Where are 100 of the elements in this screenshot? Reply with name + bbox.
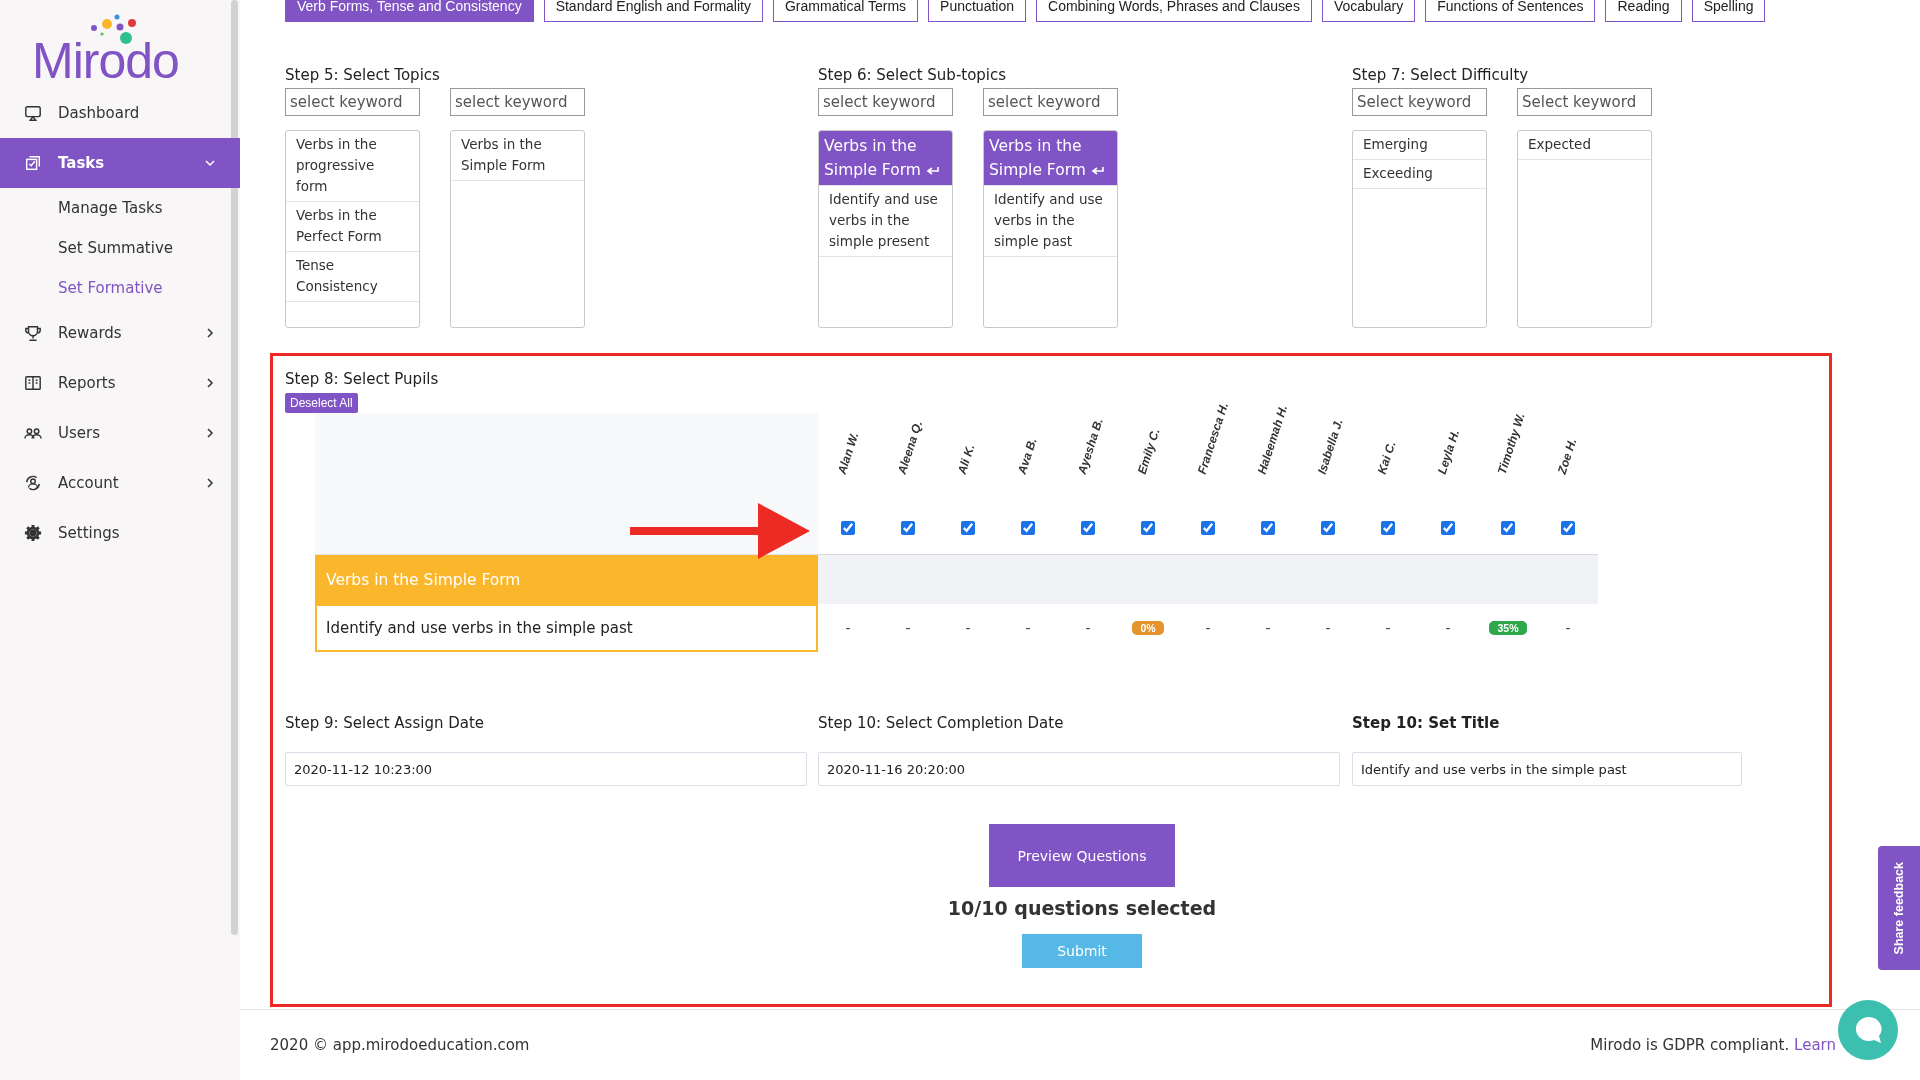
submenu-item[interactable]: Set Summative (0, 228, 240, 268)
preview-button[interactable]: Preview Questions (989, 824, 1175, 887)
score-cell: - (1265, 620, 1271, 636)
pupil-name: Zoe H. (1554, 436, 1580, 476)
score-cell: - (1025, 620, 1031, 636)
checkbox[interactable] (1141, 521, 1155, 535)
score-cell: - (845, 620, 851, 636)
deselect-button[interactable]: Deselect All (285, 393, 358, 413)
list-item[interactable]: Verbs in the Perfect Form (286, 202, 419, 252)
field-label: Step 10: Set Title (1352, 714, 1501, 732)
return-arrow-icon (925, 165, 940, 176)
list-item[interactable]: Verbs in the progressive form (286, 131, 419, 202)
step-title: Step 7: Select Difficulty (1352, 66, 1530, 84)
tab[interactable]: Combining Words, Phrases and Clauses (1036, 0, 1312, 22)
menu-item[interactable]: Settings (0, 508, 240, 558)
step-title: Step 5: Select Topics (285, 66, 441, 84)
checkbox[interactable] (1261, 521, 1275, 535)
menu-item[interactable]: Reports (0, 358, 240, 408)
return-arrow-icon (1090, 165, 1105, 176)
scrollbar[interactable] (231, 0, 238, 935)
pupil-name: Leyla H. (1434, 427, 1463, 476)
score-cell: - (1325, 620, 1331, 636)
menu-item[interactable]: Dashboard (0, 88, 240, 138)
menu-item[interactable]: Tasks (0, 138, 240, 188)
tab[interactable]: Verb Forms, Tense and Consistency (285, 0, 534, 22)
score-badge: 35% (1489, 621, 1527, 635)
menu-item[interactable]: Rewards (0, 308, 240, 358)
input-field[interactable]: Identify and use verbs in the simple past (1352, 752, 1742, 786)
list-item[interactable]: Emerging (1353, 131, 1486, 160)
keyword-field[interactable]: select keyword (818, 88, 953, 116)
subtopic-cell: Identify and use verbs in the simple past (315, 604, 818, 652)
submenu-item[interactable]: Set Formative (0, 268, 240, 308)
score-cell: - (1445, 620, 1451, 636)
checkbox[interactable] (1081, 521, 1095, 535)
list-item[interactable]: Exceeding (1353, 160, 1486, 189)
list-item[interactable]: Verbs in the Simple Form (819, 131, 952, 186)
list-item[interactable]: Verbs in the Simple Form (451, 131, 584, 181)
keyword-field[interactable]: select keyword (285, 88, 420, 116)
keyword-field[interactable]: select keyword (983, 88, 1118, 116)
tab[interactable]: Spelling (1691, 0, 1766, 22)
keyword-field[interactable]: select keyword (450, 88, 585, 116)
feedback-tab[interactable]: Share feedback (1878, 846, 1920, 970)
score-cell: - (1385, 620, 1391, 636)
input-field[interactable]: 2020-11-16 20:20:00 (818, 752, 1340, 786)
copyright-text: 2020 © app.mirodoeducation.com (270, 1036, 530, 1054)
trophy-icon (24, 324, 42, 342)
score-cell: - (1565, 620, 1571, 636)
arrow-icon (630, 503, 810, 559)
field-label: Step 9: Select Assign Date (285, 714, 486, 732)
step-title: Step 6: Select Sub-topics (818, 66, 1008, 84)
checkbox[interactable] (841, 521, 855, 535)
monitor-icon (24, 104, 42, 122)
learn-link[interactable]: Learn (1794, 1036, 1836, 1054)
columns-icon (24, 374, 42, 392)
list-item[interactable]: Identify and use verbs in the simple present (819, 186, 952, 257)
checkbox[interactable] (1381, 521, 1395, 535)
checkbox[interactable] (1441, 521, 1455, 535)
checkbox[interactable] (1321, 521, 1335, 535)
score-cell: - (1205, 620, 1211, 636)
score-cell: - (905, 620, 911, 636)
tab[interactable]: Standard English and Formality (543, 0, 763, 22)
person-cycle-icon (24, 474, 42, 492)
checkbox[interactable] (1561, 521, 1575, 535)
settings-icon (24, 524, 42, 542)
checkbox[interactable] (961, 521, 975, 535)
tab[interactable]: Functions of Sentences (1425, 0, 1596, 22)
pupil-name: Ayesha B. (1074, 416, 1106, 476)
tab[interactable]: Grammatical Terms (772, 0, 919, 22)
menu-item[interactable]: Users (0, 408, 240, 458)
checklist-icon (24, 154, 42, 172)
list-item[interactable]: Expected (1518, 131, 1651, 160)
tab[interactable]: Punctuation (928, 0, 1026, 22)
list-item[interactable]: Identify and use verbs in the simple past (984, 186, 1117, 257)
input-field[interactable]: 2020-11-12 10:23:00 (285, 752, 807, 786)
submenu-item[interactable]: Manage Tasks (0, 188, 240, 228)
checkbox[interactable] (901, 521, 915, 535)
field-label: Step 10: Select Completion Date (818, 714, 1065, 732)
menu-item[interactable]: Account (0, 458, 240, 508)
gdpr-notice: Mirodo is GDPR compliant. (1590, 1036, 1790, 1054)
score-cell: - (1085, 620, 1091, 636)
pupil-name: Alan W. (834, 430, 862, 476)
pupil-name: Kai C. (1374, 439, 1399, 476)
checkbox[interactable] (1201, 521, 1215, 535)
list-item[interactable]: Verbs in the Simple Form (984, 131, 1117, 186)
pupil-name: Emily C. (1134, 426, 1163, 476)
score-badge: 0% (1132, 621, 1164, 635)
checkbox[interactable] (1021, 521, 1035, 535)
tab[interactable]: Vocabulary (1321, 0, 1416, 22)
logo-text: Mirodo (32, 36, 179, 86)
tab[interactable]: Reading (1605, 0, 1682, 22)
checkbox[interactable] (1501, 521, 1515, 535)
step-title: Step 8: Select Pupils (285, 370, 440, 388)
keyword-field[interactable]: Select keyword (1352, 88, 1487, 116)
pupil-name: Ali K. (954, 442, 978, 476)
pupil-name: Ava B. (1014, 436, 1040, 476)
list-item[interactable]: Tense Consistency (286, 252, 419, 302)
score-cell: - (965, 620, 971, 636)
pupil-name: Aleena Q. (894, 419, 926, 476)
topic-row: Verbs in the Simple Form (315, 554, 818, 604)
keyword-field[interactable]: Select keyword (1517, 88, 1652, 116)
